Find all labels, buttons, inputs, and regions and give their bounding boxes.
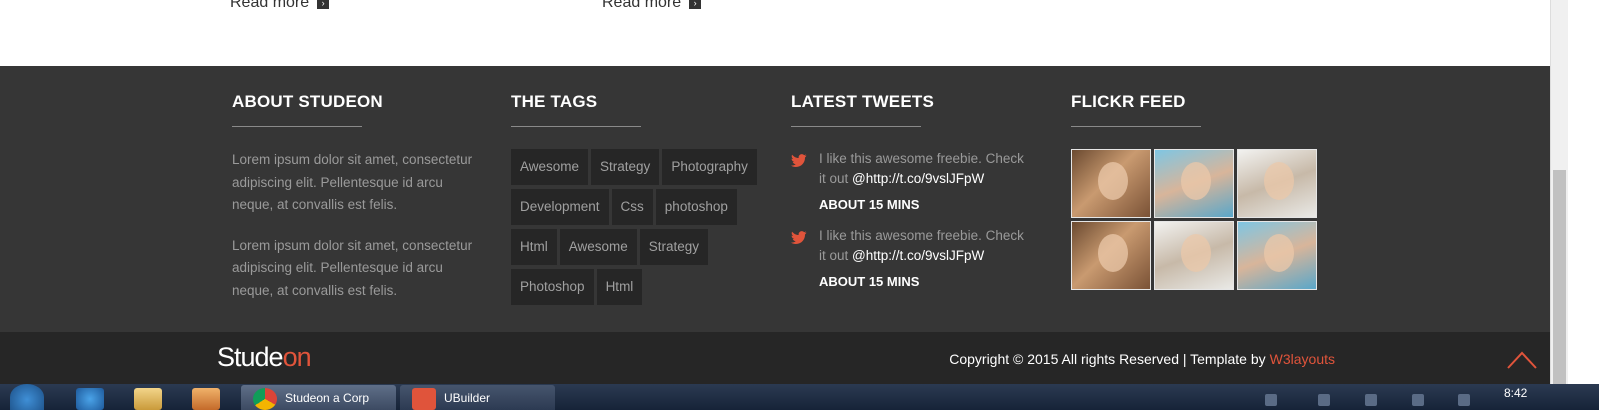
tag-link[interactable]: Development <box>511 189 609 225</box>
content-area-bottom: Read more › Read more › <box>0 0 1580 66</box>
flickr-column: FLICKR FEED <box>1071 92 1317 290</box>
task-label: Studeon a Corp <box>285 391 370 405</box>
tweet-link[interactable]: @http://t.co/9vslJFpW <box>852 248 984 263</box>
portrait-image <box>1264 234 1294 272</box>
about-column: ABOUT STUDEON Lorem ipsum dolor sit amet… <box>232 92 487 320</box>
title-divider <box>1071 126 1201 127</box>
tweet-item: I like this awesome freebie. Check it ou… <box>791 226 1034 297</box>
tweet-time: ABOUT 15 MINS <box>819 197 920 212</box>
internet-explorer-icon[interactable] <box>76 388 104 410</box>
tag-link[interactable]: Photography <box>662 149 757 185</box>
tag-cloud: Awesome Strategy Photography Development… <box>511 149 761 305</box>
twitter-bird-icon <box>791 149 819 220</box>
tweet-item: I like this awesome freebie. Check it ou… <box>791 149 1034 220</box>
logo-main: Stude <box>217 342 284 372</box>
arrow-right-icon: › <box>317 0 330 9</box>
tag-link[interactable]: Awesome <box>511 149 589 185</box>
tweet-text: I like this awesome freebie. Check it ou… <box>819 226 1034 266</box>
flickr-photo[interactable] <box>1071 149 1151 218</box>
about-title: ABOUT STUDEON <box>232 92 383 111</box>
window-edge <box>1568 0 1599 384</box>
tag-link[interactable]: photoshop <box>655 189 737 225</box>
twitter-bird-icon <box>791 226 819 297</box>
tray-icon[interactable] <box>1318 394 1330 406</box>
site-logo[interactable]: Studeon <box>217 342 312 373</box>
tweet-text: I like this awesome freebie. Check it ou… <box>819 149 1034 189</box>
os-taskbar: Studeon a Corp UBuilder 8:42 <box>0 384 1599 410</box>
tag-link[interactable]: Html <box>511 229 557 265</box>
about-paragraph: Lorem ipsum dolor sit amet, consectetur … <box>232 152 473 212</box>
read-more-link[interactable]: Read more › <box>602 0 702 12</box>
read-more-link[interactable]: Read more › <box>230 0 330 12</box>
back-to-top-icon[interactable] <box>1506 348 1538 370</box>
start-button-icon[interactable] <box>10 384 44 410</box>
network-icon[interactable] <box>1458 394 1470 406</box>
tweets-title: LATEST TWEETS <box>791 92 934 111</box>
title-divider <box>791 126 921 127</box>
flickr-photo[interactable] <box>1237 221 1317 290</box>
tray-icon[interactable] <box>1265 394 1277 406</box>
tag-link[interactable]: Css <box>611 189 653 225</box>
folder-icon[interactable] <box>134 388 162 410</box>
title-divider <box>232 126 362 127</box>
logo-accent: on <box>282 342 312 372</box>
chrome-icon <box>253 388 277 410</box>
portrait-image <box>1264 162 1294 200</box>
copyright-text: Copyright © 2015 All rights Reserved | T… <box>949 351 1266 367</box>
tags-title: THE TAGS <box>511 92 598 111</box>
scrollbar-thumb[interactable] <box>1553 170 1566 384</box>
tags-column: THE TAGS Awesome Strategy Photography De… <box>511 92 761 305</box>
flickr-photo[interactable] <box>1071 221 1151 290</box>
portrait-image <box>1098 234 1128 272</box>
read-more-label: Read more <box>230 0 310 11</box>
flickr-title: FLICKR FEED <box>1071 92 1186 111</box>
arrow-right-icon: › <box>689 0 702 9</box>
portrait-image <box>1098 162 1128 200</box>
portrait-image <box>1181 162 1211 200</box>
tag-link[interactable]: Strategy <box>639 229 709 265</box>
tray-icon[interactable] <box>1365 394 1377 406</box>
volume-icon[interactable] <box>1412 394 1424 406</box>
flickr-photo[interactable] <box>1154 221 1234 290</box>
tag-link[interactable]: Awesome <box>559 229 637 265</box>
system-clock[interactable]: 8:42 <box>1504 386 1527 400</box>
taskbar-task-chrome[interactable]: Studeon a Corp <box>241 385 396 410</box>
tag-link[interactable]: Html <box>596 269 643 305</box>
page-scrollbar[interactable] <box>1550 0 1568 384</box>
taskbar-task-ubuilder[interactable]: UBuilder <box>400 385 555 410</box>
w3layouts-link[interactable]: W3layouts <box>1270 351 1335 367</box>
read-more-label: Read more <box>602 0 682 11</box>
media-player-icon[interactable] <box>192 388 220 410</box>
flickr-photo[interactable] <box>1237 149 1317 218</box>
bottom-bar: Studeon Copyright © 2015 All rights Rese… <box>0 332 1580 384</box>
footer: ABOUT STUDEON Lorem ipsum dolor sit amet… <box>0 66 1580 338</box>
portrait-image <box>1181 234 1211 272</box>
title-divider <box>511 126 641 127</box>
tag-link[interactable]: Strategy <box>591 149 660 185</box>
flickr-photo[interactable] <box>1154 149 1234 218</box>
tag-link[interactable]: Photoshop <box>511 269 594 305</box>
task-label: UBuilder <box>444 391 491 405</box>
flickr-grid <box>1071 149 1317 290</box>
copyright: Copyright © 2015 All rights Reserved | T… <box>949 351 1335 367</box>
tweets-column: LATEST TWEETS I like this awesome freebi… <box>791 92 1034 303</box>
ubuilder-icon <box>412 388 436 410</box>
tweet-link[interactable]: @http://t.co/9vslJFpW <box>852 171 984 186</box>
about-paragraph: Lorem ipsum dolor sit amet, consectetur … <box>232 237 473 298</box>
tweet-time: ABOUT 15 MINS <box>819 274 920 289</box>
